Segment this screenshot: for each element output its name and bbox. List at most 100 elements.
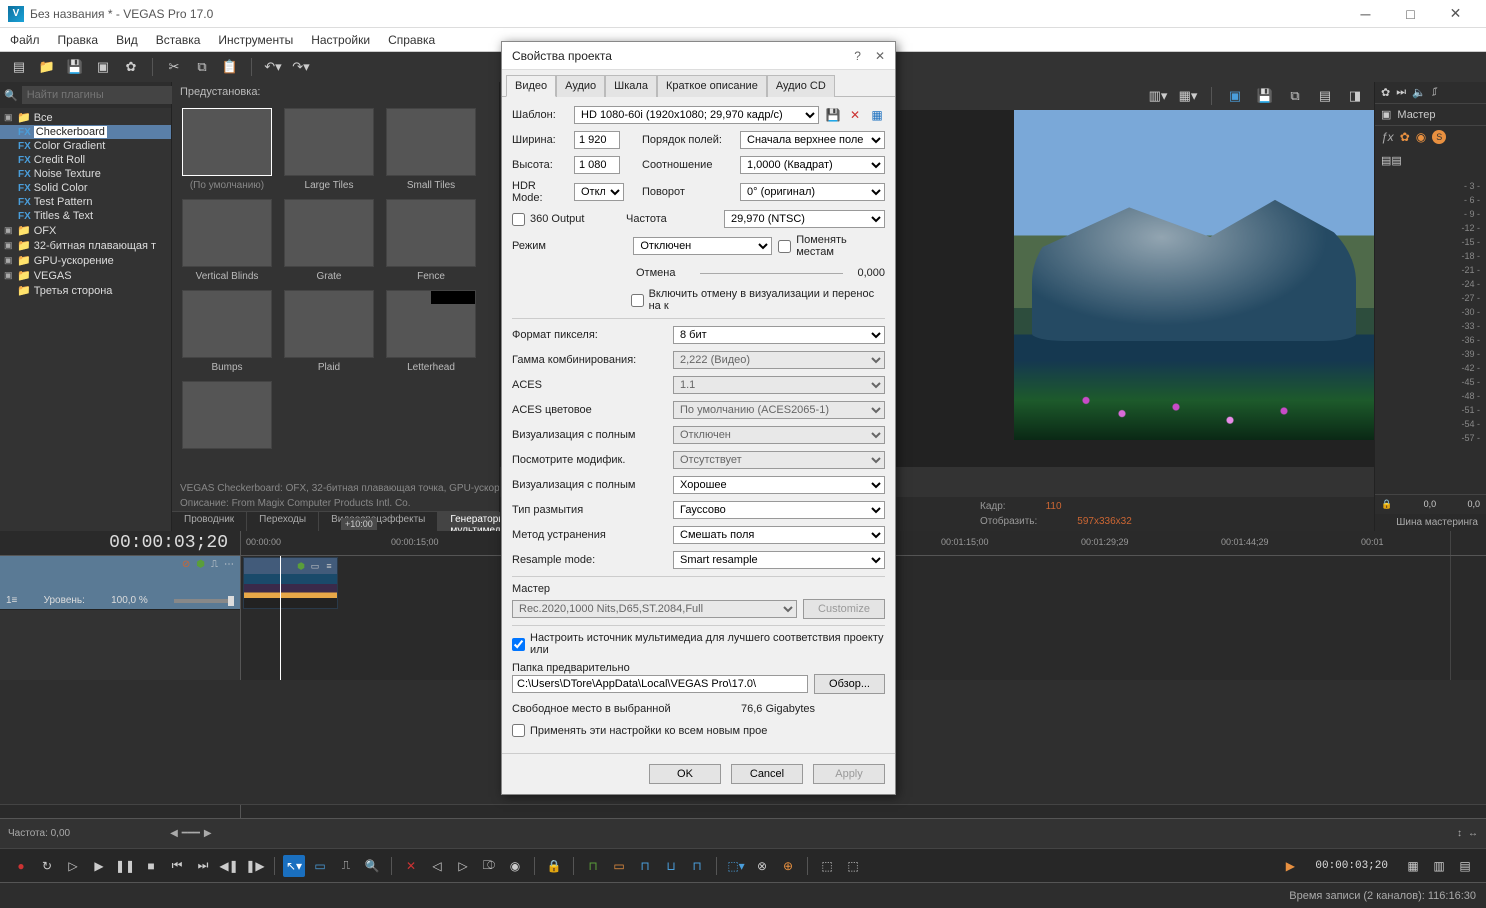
track-more-icon[interactable]: ⋯ <box>224 559 234 570</box>
aspect-select[interactable]: 1,0000 (Квадрат) <box>740 156 885 174</box>
preview-quality-icon[interactable]: ▥▾ <box>1147 85 1169 107</box>
tab-transitions[interactable]: Переходы <box>247 512 319 531</box>
automation-icon[interactable]: ◉ <box>1416 130 1426 144</box>
dialog-tab-summary[interactable]: Краткое описание <box>657 75 767 97</box>
autosave-icon[interactable]: ⊕ <box>777 855 799 877</box>
zoom-slider-icon[interactable]: ━━━ <box>182 828 200 839</box>
save-icon[interactable]: 💾 <box>64 56 86 78</box>
normal-edit-tool-icon[interactable]: ↖▾ <box>283 855 305 877</box>
solo-icon[interactable]: S <box>1432 130 1446 144</box>
applyall-checkbox[interactable] <box>512 724 525 737</box>
video-clip[interactable]: ⬢ ▭ ≡ (медиагэа) <box>243 557 338 609</box>
resample-select[interactable]: Smart resample <box>673 551 885 569</box>
preset-item[interactable]: Bumps <box>180 290 274 373</box>
trim-end-icon[interactable]: ▷ <box>452 855 474 877</box>
marker-flag-icon[interactable]: ▶ <box>1279 855 1301 877</box>
width-input[interactable] <box>574 131 620 149</box>
preview-copy-icon[interactable]: ⧉ <box>1284 85 1306 107</box>
undo-icon[interactable]: ↶▾ <box>262 56 284 78</box>
tree-fx-checkerboard[interactable]: Checkerboard <box>34 126 107 138</box>
next-frame-icon[interactable]: ❚▶ <box>244 855 266 877</box>
output360-checkbox[interactable] <box>512 213 525 226</box>
fx-icon[interactable]: ƒx <box>1381 130 1394 144</box>
cancel-button[interactable]: Cancel <box>731 764 803 784</box>
snap-icon[interactable]: ⊓ <box>582 855 604 877</box>
snap-grid-icon[interactable]: ⊓ <box>634 855 656 877</box>
ignore-event-grouping-icon[interactable]: ⬚ <box>816 855 838 877</box>
video-track-header[interactable]: ⊘ ⬢ ⎍ ⋯ 1≡ Уровень: 100,0 % <box>0 556 240 610</box>
autoripple-icon[interactable]: ⬚▾ <box>725 855 747 877</box>
template-match-icon[interactable]: ▦ <box>869 107 885 123</box>
tree-fx-testpattern[interactable]: Test Pattern <box>34 196 93 208</box>
clip-fx-icon[interactable]: ⬢ <box>295 560 307 572</box>
preset-item[interactable]: Fence <box>384 199 478 282</box>
tree-fx-titlestext[interactable]: Titles & Text <box>34 210 93 222</box>
timeline-scrollbar[interactable] <box>0 804 1486 818</box>
clip-gen-icon[interactable]: ≡ <box>323 560 335 572</box>
fieldorder-select[interactable]: Сначала верхнее поле <box>740 131 885 149</box>
hdr-select[interactable]: Отключ <box>574 183 624 201</box>
play-icon[interactable]: ▶ <box>88 855 110 877</box>
preset-item[interactable]: Grate <box>282 199 376 282</box>
plugin-tree[interactable]: ▣📁Все FXCheckerboard FXColor Gradient FX… <box>0 108 171 531</box>
tree-folder-vegas[interactable]: VEGAS <box>34 270 72 282</box>
insert-icon[interactable]: ✿ <box>1400 130 1410 144</box>
track-fx-icon[interactable]: ⬢ <box>196 559 205 570</box>
master-expand-icon[interactable]: ▣ <box>1381 108 1391 121</box>
clip-pan-icon[interactable]: ▭ <box>309 560 321 572</box>
pixfmt-select[interactable]: 8 бит <box>673 326 885 344</box>
preview-overlay-icon[interactable]: ▣ <box>1224 85 1246 107</box>
preset-item[interactable]: Vertical Blinds <box>180 199 274 282</box>
prev-frame-icon[interactable]: ◀❚ <box>218 855 240 877</box>
track-automation-icon[interactable]: ⎍ <box>211 559 218 570</box>
fullres2-select[interactable]: Хорошее <box>673 476 885 494</box>
swap-checkbox[interactable] <box>778 240 791 253</box>
new-icon[interactable]: ▤ <box>8 56 30 78</box>
tree-fx-solidcolor[interactable]: Solid Color <box>34 182 88 194</box>
stereo-icon[interactable]: ▤▤ <box>1381 155 1402 167</box>
record-icon[interactable]: ● <box>10 855 32 877</box>
preview-split-icon[interactable]: ◨ <box>1344 85 1366 107</box>
adjust-media-checkbox[interactable] <box>512 638 525 651</box>
loop-icon[interactable]: ↻ <box>36 855 58 877</box>
tree-folder-ofx[interactable]: OFX <box>34 225 57 237</box>
tab-videofx[interactable]: Видеоспецэффекты <box>319 512 438 531</box>
zoom-height-icon[interactable]: ↕ <box>1457 828 1462 839</box>
autocrossfade-icon[interactable]: ⊗ <box>751 855 773 877</box>
preview-save-icon[interactable]: 💾 <box>1254 85 1276 107</box>
preset-item[interactable]: Small Tiles <box>384 108 478 191</box>
play-from-start-icon[interactable]: ▷ <box>62 855 84 877</box>
tree-fx-creditroll[interactable]: Credit Roll <box>34 154 85 166</box>
mixer-icon[interactable]: ⎎ <box>1432 86 1438 99</box>
zoom-in-icon[interactable]: ▶ <box>204 828 212 839</box>
zoom-width-icon[interactable]: ↔ <box>1468 828 1478 839</box>
lock-icon[interactable]: 🔒 <box>543 855 565 877</box>
preset-item[interactable]: Letterhead <box>384 290 478 373</box>
layout2-icon[interactable]: ▥ <box>1428 855 1450 877</box>
preset-item[interactable] <box>180 381 274 453</box>
template-delete-icon[interactable]: ✕ <box>847 107 863 123</box>
pause-icon[interactable]: ❚❚ <box>114 855 136 877</box>
maximize-button[interactable]: □ <box>1388 0 1433 28</box>
open-icon[interactable]: 📁 <box>36 56 58 78</box>
prerender-folder-input[interactable] <box>512 675 808 693</box>
snap-events-icon[interactable]: ⊓ <box>686 855 708 877</box>
gear-icon[interactable]: ✿ <box>1381 86 1390 99</box>
dialog-tab-video[interactable]: Видео <box>506 75 556 97</box>
go-end-icon[interactable]: ⏭ <box>192 855 214 877</box>
menu-file[interactable]: Файл <box>10 33 40 47</box>
properties-icon[interactable]: ✿ <box>120 56 142 78</box>
paste-icon[interactable]: 📋 <box>219 56 241 78</box>
minimize-button[interactable]: ─ <box>1343 0 1388 28</box>
rotate-select[interactable]: 0° (оригинал) <box>740 183 885 201</box>
layout3-icon[interactable]: ▤ <box>1454 855 1476 877</box>
dialog-close-icon[interactable]: ✕ <box>875 49 885 63</box>
tree-all[interactable]: Все <box>34 112 53 124</box>
redo-icon[interactable]: ↷▾ <box>290 56 312 78</box>
tree-fx-colorgradient[interactable]: Color Gradient <box>34 140 106 152</box>
transport-timecode[interactable]: 00:00:03;20 <box>1315 860 1388 872</box>
close-button[interactable]: ✕ <box>1433 0 1478 28</box>
dialog-tab-audio[interactable]: Аудио <box>556 75 605 97</box>
track-bypass-icon[interactable]: ⊘ <box>182 559 190 570</box>
next-icon[interactable]: ⏭ <box>1396 86 1406 99</box>
